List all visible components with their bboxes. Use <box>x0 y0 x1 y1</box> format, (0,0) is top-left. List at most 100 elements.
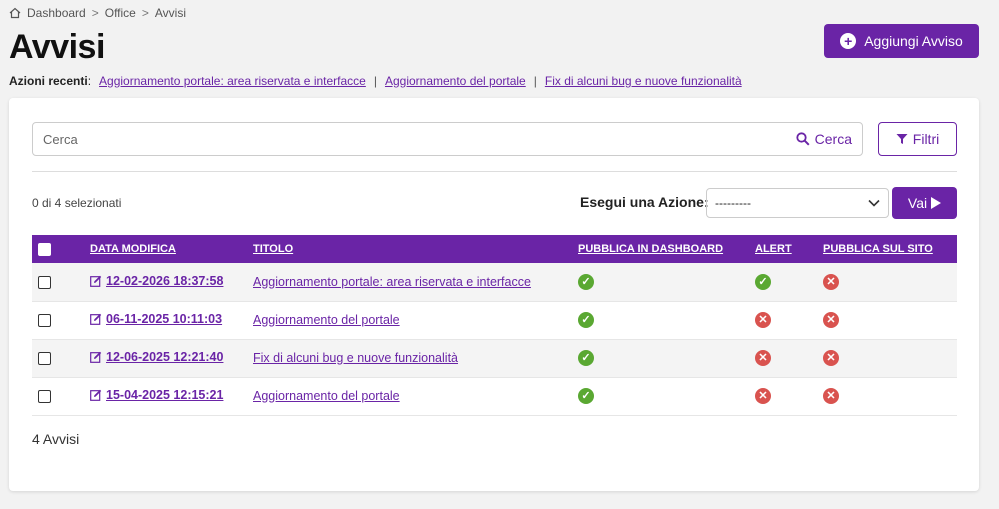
recent-link-1[interactable]: Aggiornamento portale: area riservata e … <box>99 74 366 88</box>
date-link[interactable]: 12-02-2026 18:37:58 <box>90 274 223 288</box>
cell-title: Aggiornamento portale: area riservata e … <box>247 263 572 301</box>
cell-site: ✕ <box>817 339 957 377</box>
cell-site: ✕ <box>817 377 957 415</box>
avvisi-card: Cerca Cerca Filtri 0 di 4 selezionati Es… <box>9 98 979 491</box>
add-avviso-label: Aggiungi Avviso <box>864 33 963 49</box>
row-checkbox[interactable] <box>38 275 51 289</box>
cell-site: ✕ <box>817 263 957 301</box>
check-circle-icon: ✓ <box>578 350 594 367</box>
x-circle-icon: ✕ <box>823 312 839 329</box>
breadcrumb-avvisi: Avvisi <box>154 6 186 20</box>
search-button[interactable]: Cerca <box>796 131 852 147</box>
selection-count: 0 di 4 selezionati <box>32 196 122 210</box>
cell-dashboard: ✓ <box>572 263 749 301</box>
row-checkbox[interactable] <box>38 352 51 366</box>
x-circle-icon: ✕ <box>755 350 771 367</box>
breadcrumb: Dashboard > Office > Avvisi <box>9 6 186 20</box>
cell-title: Aggiornamento del portale <box>247 301 572 339</box>
search-placeholder: Cerca <box>43 131 78 147</box>
results-count: 4 Avvisi <box>32 431 80 447</box>
divider <box>32 171 957 172</box>
edit-icon <box>90 275 102 287</box>
breadcrumb-office[interactable]: Office <box>105 6 136 20</box>
cell-dashboard: ✓ <box>572 339 749 377</box>
x-circle-icon: ✕ <box>823 350 839 367</box>
home-icon[interactable] <box>9 7 21 19</box>
cell-date: 12-02-2026 18:37:58 <box>84 263 247 301</box>
check-circle-icon: ✓ <box>578 274 594 290</box>
add-avviso-button[interactable]: + Aggiungi Avviso <box>824 24 979 58</box>
filters-label: Filtri <box>912 131 940 147</box>
cell-select <box>32 377 84 415</box>
search-button-label: Cerca <box>814 131 852 147</box>
x-circle-icon: ✕ <box>755 312 771 329</box>
recent-separator: | <box>533 74 537 88</box>
date-text: 12-02-2026 18:37:58 <box>106 273 224 288</box>
x-circle-icon: ✕ <box>823 274 839 290</box>
cell-alert: ✕ <box>749 339 817 377</box>
cell-title: Aggiornamento del portale <box>247 377 572 415</box>
table-row: 12-06-2025 12:21:40 Fix di alcuni bug e n… <box>32 339 957 377</box>
filter-icon <box>896 134 908 144</box>
edit-icon <box>90 351 102 363</box>
cell-title: Fix di alcuni bug e nuove funzionalità <box>247 339 572 377</box>
search-icon <box>796 132 810 146</box>
header-select-all <box>32 235 84 263</box>
search-input[interactable]: Cerca Cerca <box>32 122 863 156</box>
action-select-value: --------- <box>715 196 751 210</box>
cell-dashboard: ✓ <box>572 301 749 339</box>
header-pubblica-dashboard[interactable]: PUBBLICA IN DASHBOARD <box>572 235 749 263</box>
cell-date: 06-11-2025 10:11:03 <box>84 301 247 339</box>
header-titolo[interactable]: TITOLO <box>247 235 572 263</box>
title-link[interactable]: Aggiornamento del portale <box>253 389 400 403</box>
recent-actions: Azioni recenti: Aggiornamento portale: a… <box>9 74 742 88</box>
recent-link-2[interactable]: Aggiornamento del portale <box>385 74 526 88</box>
date-link[interactable]: 12-06-2025 12:21:40 <box>90 350 223 364</box>
header-data-modifica[interactable]: DATA MODIFICA <box>84 235 247 263</box>
cell-alert: ✕ <box>749 377 817 415</box>
cell-date: 15-04-2025 12:15:21 <box>84 377 247 415</box>
breadcrumb-separator: > <box>141 6 149 20</box>
breadcrumb-dashboard[interactable]: Dashboard <box>27 6 86 20</box>
select-all-checkbox[interactable] <box>38 242 51 256</box>
plus-icon: + <box>840 33 857 49</box>
action-label: Esegui una Azione: <box>580 194 709 210</box>
date-link[interactable]: 15-04-2025 12:15:21 <box>90 388 223 402</box>
chevron-down-icon <box>868 199 880 207</box>
go-button[interactable]: Vai <box>892 187 957 219</box>
recent-actions-colon: : <box>87 74 92 88</box>
recent-actions-label: Azioni recenti <box>9 74 88 88</box>
recent-link-3[interactable]: Fix di alcuni bug e nuove funzionalità <box>545 74 742 88</box>
table-row: 12-02-2026 18:37:58 Aggiornamento portale… <box>32 263 957 301</box>
cell-date: 12-06-2025 12:21:40 <box>84 339 247 377</box>
header-alert[interactable]: ALERT <box>749 235 817 263</box>
header-pubblica-sito[interactable]: PUBBLICA SUL SITO <box>817 235 957 263</box>
cell-dashboard: ✓ <box>572 377 749 415</box>
cell-select <box>32 263 84 301</box>
cell-select <box>32 301 84 339</box>
row-checkbox[interactable] <box>38 314 51 328</box>
edit-icon <box>90 313 102 325</box>
avvisi-table: DATA MODIFICA TITOLO PUBBLICA IN DASHBOA… <box>32 235 957 416</box>
date-text: 15-04-2025 12:15:21 <box>106 388 224 402</box>
cell-alert: ✕ <box>749 301 817 339</box>
page-title: Avvisi <box>9 28 105 66</box>
title-link[interactable]: Aggiornamento del portale <box>253 313 400 327</box>
table-row: 15-04-2025 12:15:21 Aggiornamento del por… <box>32 377 957 415</box>
cell-select <box>32 339 84 377</box>
date-text: 12-06-2025 12:21:40 <box>106 350 224 364</box>
title-link[interactable]: Aggiornamento portale: area riservata e … <box>253 275 531 289</box>
breadcrumb-separator: > <box>91 6 99 20</box>
x-circle-icon: ✕ <box>823 388 839 405</box>
edit-icon <box>90 389 102 401</box>
table-row: 06-11-2025 10:11:03 Aggiornamento del por… <box>32 301 957 339</box>
title-link[interactable]: Fix di alcuni bug e nuove funzionalità <box>253 351 458 365</box>
action-select[interactable]: --------- <box>706 188 889 218</box>
play-icon <box>931 197 942 209</box>
date-link[interactable]: 06-11-2025 10:11:03 <box>90 312 222 326</box>
go-label: Vai <box>907 195 928 211</box>
cell-site: ✕ <box>817 301 957 339</box>
row-checkbox[interactable] <box>38 390 51 404</box>
filters-button[interactable]: Filtri <box>878 122 957 156</box>
check-circle-icon: ✓ <box>755 274 771 290</box>
